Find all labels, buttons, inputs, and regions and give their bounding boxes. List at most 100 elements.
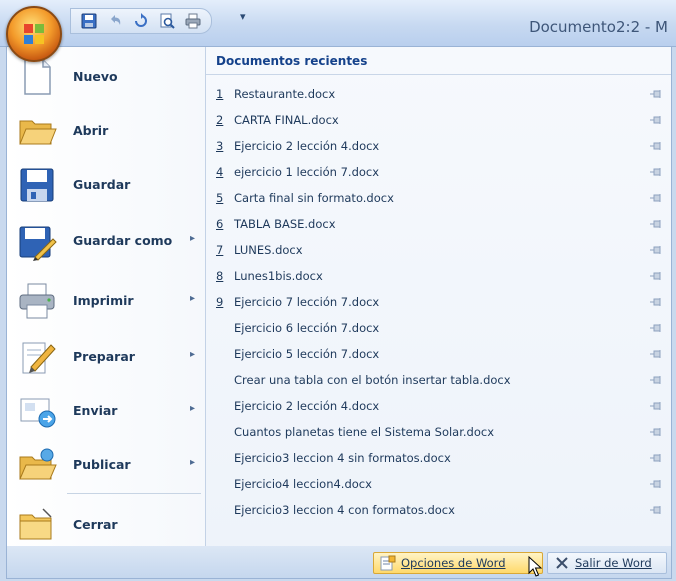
menu-item-cerrar[interactable]: Cerrar <box>7 499 205 551</box>
submenu-arrow-icon: ▸ <box>189 403 195 414</box>
submenu-arrow-icon: ▸ <box>189 457 195 468</box>
recent-document-name: Ejercicio 6 lección 7.docx <box>234 321 380 335</box>
pin-icon[interactable] <box>649 81 663 107</box>
menu-item-label: Cerrar <box>73 517 118 532</box>
office-button[interactable] <box>6 6 62 62</box>
menu-item-preparar[interactable]: Preparar ▸ <box>7 331 205 383</box>
pin-icon[interactable] <box>649 107 663 133</box>
recent-document-item[interactable]: 9 Ejercicio 7 lección 7.docx <box>206 289 671 315</box>
save-as-icon <box>19 226 57 261</box>
menu-item-label: Guardar <box>73 177 131 192</box>
recent-document-name: Crear una tabla con el botón insertar ta… <box>234 373 511 387</box>
pin-icon[interactable] <box>649 497 663 523</box>
office-menu-commands: Nuevo Abrir Guardar Guardar como ▸ Impri… <box>7 47 206 547</box>
pin-icon[interactable] <box>649 237 663 263</box>
pin-icon[interactable] <box>649 159 663 185</box>
menu-item-label: Nuevo <box>73 69 118 84</box>
save-icon[interactable] <box>79 11 99 31</box>
undo-icon[interactable] <box>105 11 125 31</box>
pin-icon[interactable] <box>649 367 663 393</box>
menu-item-abrir[interactable]: Abrir <box>7 105 205 157</box>
title-bar: ▾ Documento2:2 - M <box>0 0 676 47</box>
close-folder-icon <box>19 508 52 540</box>
recent-document-item[interactable]: 8 Lunes1bis.docx <box>206 263 671 289</box>
pin-icon[interactable] <box>649 341 663 367</box>
menu-item-label: Imprimir <box>73 293 134 308</box>
recent-document-name: CARTA FINAL.docx <box>234 113 339 127</box>
recent-document-item[interactable]: Ejercicio4 leccion4.docx <box>206 471 671 497</box>
recent-document-item[interactable]: 7 LUNES.docx <box>206 237 671 263</box>
menu-item-label: Enviar <box>73 403 118 418</box>
recent-document-name: Ejercicio 2 lección 4.docx <box>234 139 380 153</box>
recent-document-item[interactable]: 1 Restaurante.docx <box>206 81 671 107</box>
recent-document-name: Ejercicio 2 lección 4.docx <box>234 399 380 413</box>
recent-document-name: Restaurante.docx <box>234 87 336 101</box>
recent-document-name: Ejercicio3 leccion 4 con formatos.docx <box>234 503 455 517</box>
menu-item-label: Publicar <box>73 457 131 472</box>
recent-documents-header: Documentos recientes <box>206 47 671 75</box>
menu-item-guardar-como[interactable]: Guardar como ▸ <box>7 215 205 267</box>
submenu-arrow-icon: ▸ <box>189 293 195 304</box>
recent-document-item[interactable]: 3 Ejercicio 2 lección 4.docx <box>206 133 671 159</box>
printer-icon <box>19 283 55 319</box>
recent-document-item[interactable]: Ejercicio3 leccion 4 sin formatos.docx <box>206 445 671 471</box>
recent-document-name: Lunes1bis.docx <box>234 269 323 283</box>
pin-icon[interactable] <box>649 419 663 445</box>
redo-icon[interactable] <box>131 11 151 31</box>
recent-document-name: Ejercicio4 leccion4.docx <box>234 477 372 491</box>
recent-document-number: 9 <box>216 295 224 309</box>
recent-document-item[interactable]: 5 Carta final sin formato.docx <box>206 185 671 211</box>
submenu-arrow-icon: ▸ <box>189 349 195 360</box>
pin-icon[interactable] <box>649 445 663 471</box>
pin-icon[interactable] <box>649 133 663 159</box>
recent-document-item[interactable]: 2 CARTA FINAL.docx <box>206 107 671 133</box>
recent-document-name: Ejercicio 7 lección 7.docx <box>234 295 380 309</box>
customize-toolbar-dropdown[interactable]: ▾ <box>240 10 246 23</box>
new-document-icon <box>24 59 51 95</box>
recent-document-name: Ejercicio3 leccion 4 sin formatos.docx <box>234 451 451 465</box>
word-options-button[interactable]: Opciones de Word <box>373 552 543 574</box>
recent-document-name: Carta final sin formato.docx <box>234 191 394 205</box>
menu-item-label: Guardar como <box>73 233 173 248</box>
menu-item-enviar[interactable]: Enviar ▸ <box>7 385 205 437</box>
recent-document-item[interactable]: 4 ejercicio 1 lección 7.docx <box>206 159 671 185</box>
recent-document-item[interactable]: Ejercicio 6 lección 7.docx <box>206 315 671 341</box>
pin-icon[interactable] <box>649 315 663 341</box>
recent-document-name: Ejercicio 5 lección 7.docx <box>234 347 380 361</box>
menu-item-publicar[interactable]: Publicar ▸ <box>7 439 205 491</box>
exit-word-button[interactable]: Salir de Word <box>547 552 667 574</box>
recent-document-name: LUNES.docx <box>234 243 303 257</box>
recent-document-number: 7 <box>216 243 224 257</box>
pin-icon[interactable] <box>649 393 663 419</box>
recent-document-item[interactable]: Crear una tabla con el botón insertar ta… <box>206 367 671 393</box>
recent-document-number: 1 <box>216 87 224 101</box>
recent-document-item[interactable]: Ejercicio3 leccion 4 con formatos.docx <box>206 497 671 523</box>
open-folder-icon <box>19 120 57 145</box>
recent-documents-panel: Documentos recientes 1 Restaurante.docx 2 C… <box>206 47 671 547</box>
close-icon <box>556 557 568 569</box>
menu-item-guardar[interactable]: Guardar <box>7 159 205 211</box>
recent-document-number: 6 <box>216 217 224 231</box>
send-icon <box>20 398 56 428</box>
pin-icon[interactable] <box>649 185 663 211</box>
recent-document-name: TABLA BASE.docx <box>234 217 336 231</box>
recent-document-item[interactable]: Cuantos planetas tiene el Sistema Solar.… <box>206 419 671 445</box>
pin-icon[interactable] <box>649 263 663 289</box>
recent-document-number: 5 <box>216 191 224 205</box>
pin-icon[interactable] <box>649 211 663 237</box>
recent-document-number: 8 <box>216 269 224 283</box>
office-menu: Nuevo Abrir Guardar Guardar como ▸ Impri… <box>6 46 672 548</box>
pin-icon[interactable] <box>649 471 663 497</box>
pin-icon[interactable] <box>649 289 663 315</box>
menu-item-label: Abrir <box>73 123 109 138</box>
quick-access-toolbar <box>70 8 212 34</box>
menu-item-label: Preparar <box>73 349 135 364</box>
recent-document-item[interactable]: 6 TABLA BASE.docx <box>206 211 671 237</box>
print-preview-icon[interactable] <box>157 11 177 31</box>
save-icon <box>20 168 54 202</box>
exit-word-label: Salir de Word <box>575 556 652 570</box>
quick-print-icon[interactable] <box>183 11 203 31</box>
recent-document-item[interactable]: Ejercicio 5 lección 7.docx <box>206 341 671 367</box>
recent-document-item[interactable]: Ejercicio 2 lección 4.docx <box>206 393 671 419</box>
menu-item-imprimir[interactable]: Imprimir ▸ <box>7 275 205 327</box>
